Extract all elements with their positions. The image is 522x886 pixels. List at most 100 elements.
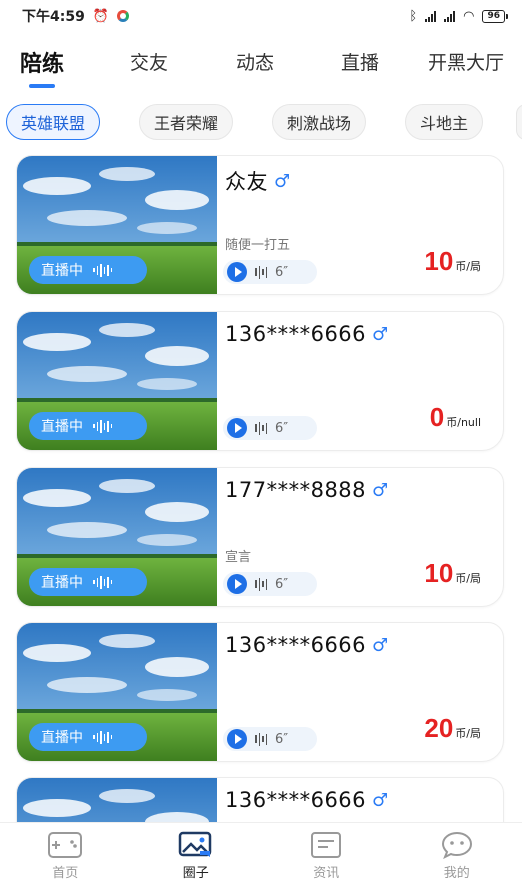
nav-label: 圈子	[182, 866, 209, 881]
tab-friends[interactable]: 交友	[130, 48, 168, 75]
voice-intro-player[interactable]: 6″	[223, 572, 317, 596]
sound-wave-icon	[93, 419, 112, 433]
male-gender-icon: ♂	[372, 479, 389, 501]
live-label: 直播中	[41, 730, 83, 746]
battery-level: 96	[482, 9, 505, 23]
voice-wave-icon	[255, 732, 267, 746]
companion-card[interactable]: 直播中 众友 ♂ 随便一打五 6″ 10 币/局	[16, 155, 504, 295]
card-thumbnail: 直播中	[17, 156, 217, 294]
user-name: 众友	[225, 170, 268, 194]
chip-pubg-mobile[interactable]: 刺激战场	[272, 104, 367, 140]
nav-circle[interactable]: 圈子	[131, 823, 262, 886]
price-unit: 币/局	[455, 260, 481, 273]
app-notification-icon	[117, 10, 130, 22]
active-tab-indicator	[29, 84, 55, 88]
live-badge[interactable]: 直播中	[29, 568, 147, 596]
companion-card[interactable]: 直播中 136****6666 ♂ 6″	[16, 777, 504, 822]
sound-wave-icon	[93, 263, 112, 277]
nav-home[interactable]: 首页	[0, 823, 131, 886]
signal-icon	[425, 10, 437, 22]
companion-card[interactable]: 直播中 136****6666 ♂ 6″ 0 币/null	[16, 311, 504, 451]
play-icon[interactable]	[227, 574, 247, 594]
companion-list: 直播中 众友 ♂ 随便一打五 6″ 10 币/局 直播中 136****6666…	[0, 155, 522, 822]
live-label: 直播中	[41, 575, 83, 591]
tab-label: 陪练	[20, 52, 65, 77]
companion-card[interactable]: 直播中 136****6666 ♂ 6″ 20 币/局	[16, 622, 504, 762]
tab-moments[interactable]: 动态	[236, 48, 274, 75]
voice-duration: 6″	[275, 264, 289, 280]
image-chat-icon	[178, 831, 214, 859]
play-icon[interactable]	[227, 418, 247, 438]
battery-icon: 96	[482, 9, 508, 23]
male-gender-icon: ♂	[274, 170, 291, 192]
signal-hd-icon	[444, 10, 456, 22]
play-icon[interactable]	[227, 729, 247, 749]
status-time: 下午4:59	[22, 9, 85, 25]
voice-duration: 6″	[275, 731, 289, 747]
male-gender-icon: ♂	[372, 323, 389, 345]
chip-honor-of-kings[interactable]: 王者荣耀	[139, 104, 234, 140]
user-name-row: 众友 ♂	[225, 166, 291, 196]
companion-card[interactable]: 直播中 177****8888 ♂ 宣言 6″ 10 币/局	[16, 467, 504, 607]
price-amount: 0	[429, 402, 445, 432]
tab-label: 开黑大厅	[428, 52, 505, 74]
tab-team-hall[interactable]: 开黑大厅	[428, 48, 504, 75]
wifi-icon: ◠	[463, 8, 475, 24]
landscape-image	[17, 778, 217, 822]
card-thumbnail: 直播中	[17, 623, 217, 761]
price: 0 币/null	[430, 402, 481, 433]
card-thumbnail: 直播中	[17, 312, 217, 450]
bottom-nav: 首页 圈子 资讯 我的	[0, 822, 522, 886]
nav-label: 首页	[52, 866, 79, 881]
user-description: 宣言	[225, 550, 252, 565]
user-name: 177****8888	[225, 478, 367, 502]
bluetooth-icon: ᛒ	[409, 8, 418, 24]
live-badge[interactable]: 直播中	[29, 412, 147, 440]
price: 10 币/局	[424, 246, 481, 277]
user-name-row: 136****6666 ♂	[225, 322, 389, 346]
live-badge[interactable]: 直播中	[29, 723, 147, 751]
live-label: 直播中	[41, 419, 83, 435]
tab-live[interactable]: 直播	[341, 48, 379, 75]
nav-mine[interactable]: 我的	[392, 823, 522, 886]
play-icon[interactable]	[227, 262, 247, 282]
price: 20 币/局	[424, 713, 481, 744]
top-tab-bar: 陪练 交友 动态 直播 开黑大厅	[0, 36, 522, 90]
voice-intro-player[interactable]: 6″	[223, 416, 317, 440]
chip-dou-di-zhu[interactable]: 斗地主	[405, 104, 484, 140]
price: 10 币/局	[424, 558, 481, 589]
male-gender-icon: ♂	[372, 789, 389, 811]
tab-practice[interactable]: 陪练	[20, 46, 65, 88]
price-amount: 20	[424, 713, 454, 743]
tab-label: 直播	[341, 52, 380, 74]
alarm-off-icon: ⏰	[92, 8, 110, 24]
tab-label: 交友	[130, 52, 169, 74]
voice-wave-icon	[255, 265, 267, 279]
live-label: 直播中	[41, 263, 83, 279]
nav-news[interactable]: 资讯	[261, 823, 392, 886]
chip-league-of-legends[interactable]: 英雄联盟	[6, 104, 101, 140]
sound-wave-icon	[93, 575, 112, 589]
user-description: 随便一打五	[225, 238, 291, 253]
user-name-row: 136****6666 ♂	[225, 633, 389, 657]
price-amount: 10	[424, 246, 454, 276]
nav-label: 我的	[443, 866, 470, 881]
user-name: 136****6666	[225, 788, 367, 812]
price-unit: 币/局	[455, 727, 481, 740]
price-amount: 10	[424, 558, 454, 588]
voice-intro-player[interactable]: 6″	[223, 260, 317, 284]
voice-intro-player[interactable]: 6″	[223, 727, 317, 751]
news-icon	[308, 831, 344, 859]
voice-wave-icon	[255, 421, 267, 435]
tab-label: 动态	[236, 52, 275, 74]
chip-more[interactable]	[516, 104, 522, 140]
voice-duration: 6″	[275, 420, 289, 436]
live-badge[interactable]: 直播中	[29, 256, 147, 284]
male-gender-icon: ♂	[372, 634, 389, 656]
status-bar: 下午4:59 ⏰ ᛒ ◠ 96	[0, 0, 522, 32]
price-unit: 币/null	[446, 416, 481, 429]
user-name: 136****6666	[225, 633, 367, 657]
card-thumbnail: 直播中	[17, 778, 217, 822]
game-filter-chips: 英雄联盟 王者荣耀 刺激战场 斗地主	[0, 104, 522, 142]
nav-label: 资讯	[313, 866, 340, 881]
